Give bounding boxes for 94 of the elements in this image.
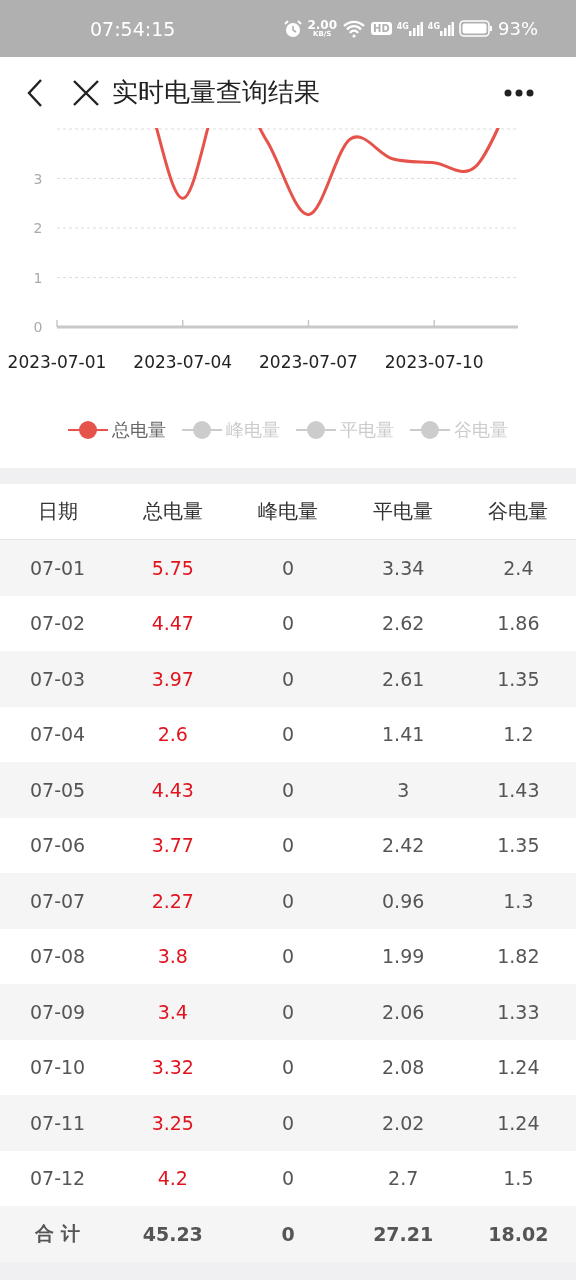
legend-marker-icon[interactable] [296,420,336,440]
table-cell-text: 07-12 [29,1167,87,1190]
column-header: 总电量 [141,498,204,525]
table-cell-text: 1.43 [496,778,541,801]
wifi-icon [342,19,367,38]
legend-marker-icon[interactable] [182,420,222,440]
table-cell-text: 2.4 [502,556,535,579]
column-header: 峰电量 [257,498,319,525]
y-tick-label: 1 [33,269,43,286]
table-cell-text: 1.35 [496,834,541,857]
table-cell-text: 0 [280,889,296,912]
legend-label[interactable]: 总电量 [112,418,166,442]
y-tick-label: 3 [33,170,43,187]
table-cell-text: 07-02 [29,612,87,635]
battery-icon [459,20,493,37]
table-cell-text: 2.7 [387,1167,420,1190]
table-cell-text: 07-05 [29,778,87,801]
table-cell-text: 0 [280,1000,296,1023]
total-cell-text: 45.23 [141,1222,204,1245]
table-cell-text: 0 [280,1111,296,1134]
speed-value: 2.00 [307,19,338,31]
table-cell-text: 2.08 [381,1056,426,1079]
table-cell-text: 5.75 [150,556,195,579]
x-tick-label: 2023-07-10 [384,352,484,372]
table-cell-text: 07-07 [29,889,87,912]
table-cell-text: 2.61 [381,667,426,690]
table-cell-text: 07-11 [29,1111,87,1134]
x-tick-label: 2023-07-07 [259,352,358,372]
status-time: 07:54:15 [90,17,176,40]
table-cell-text: 2.42 [381,834,426,857]
table-cell-text: 0 [280,778,296,801]
table-cell-text: 3 [396,778,411,801]
table-cell-text: 3.32 [150,1056,195,1079]
column-header: 平电量 [372,498,435,525]
column-header: 谷电量 [487,498,550,525]
table-cell-text: 2.6 [156,723,189,746]
table-cell-text: 07-09 [29,1000,87,1023]
table-cell-text: 1.24 [496,1111,541,1134]
more-icon[interactable] [504,88,534,97]
table-cell-text: 07-04 [29,723,87,746]
table-cell-text: 0.96 [381,889,426,912]
table-cell-text: 07-10 [29,1056,87,1079]
table-cell-text: 1.2 [502,723,535,746]
table-cell-text: 0 [280,1167,296,1190]
table-cell-text: 4.2 [156,1167,189,1190]
x-tick-label: 2023-07-01 [7,352,107,372]
total-cell-text: 27.21 [372,1222,435,1245]
table-cell-text: 2.02 [381,1111,426,1134]
table-cell-text: 0 [280,667,296,690]
table-cell-text: 1.24 [496,1056,541,1079]
table-cell-text: 1.41 [381,723,426,746]
table-cell-text: 0 [280,945,296,968]
table-cell-text: 1.86 [496,612,541,635]
legend-marker-icon[interactable] [410,420,450,440]
back-icon[interactable] [26,77,44,108]
table-cell-text: 0 [280,556,296,579]
column-header: 日期 [36,498,79,525]
table-cell-text: 0 [280,612,296,635]
table-cell-text: 0 [280,1056,296,1079]
table-cell-text: 2.06 [381,1000,426,1023]
legend-marker-icon[interactable] [68,420,108,440]
x-tick-label: 2023-07-04 [133,352,233,372]
hd-badge: HD [371,22,392,35]
table-cell-text: 3.8 [156,945,189,968]
table-cell-text: 07-08 [29,945,87,968]
table-cell-text: 3.25 [150,1111,195,1134]
table-cell-text: 1.5 [502,1167,535,1190]
y-tick-label: 0 [33,319,43,335]
table-cell-text: 2.62 [381,612,426,635]
table-cell-text: 3.34 [381,556,426,579]
table-cell-text: 3.4 [156,1000,189,1023]
table-cell-text: 3.97 [150,667,195,690]
table-cell-text: 1.33 [496,1000,541,1023]
total-cell-text: 0 [280,1222,296,1245]
table-cell-text: 2.27 [150,889,195,912]
table-cell-text: 3.77 [150,834,195,857]
table-cell-text: 4.47 [150,612,195,635]
table-cell-text: 07-03 [29,667,87,690]
table-cell-text: 07-01 [29,556,87,579]
table-cell-text: 1.82 [496,945,541,968]
table-cell-text: 07-06 [29,834,87,857]
total-cell-text: 合 计 [34,1220,81,1246]
table-cell-text: 1.35 [496,667,541,690]
table-cell-text: 0 [280,834,296,857]
y-tick-label: 2 [33,220,43,236]
page-title: 实时电量查询结果 [112,76,320,109]
battery-percent: 93% [498,18,538,39]
total-cell-text: 18.02 [487,1222,550,1245]
close-icon[interactable] [72,78,100,107]
table-cell-text: 4.43 [150,778,195,801]
table-cell-text: 0 [280,723,296,746]
table-cell-text: 1.3 [502,889,535,912]
alarm-icon [284,19,303,38]
table-cell-text: 1.99 [381,945,426,968]
